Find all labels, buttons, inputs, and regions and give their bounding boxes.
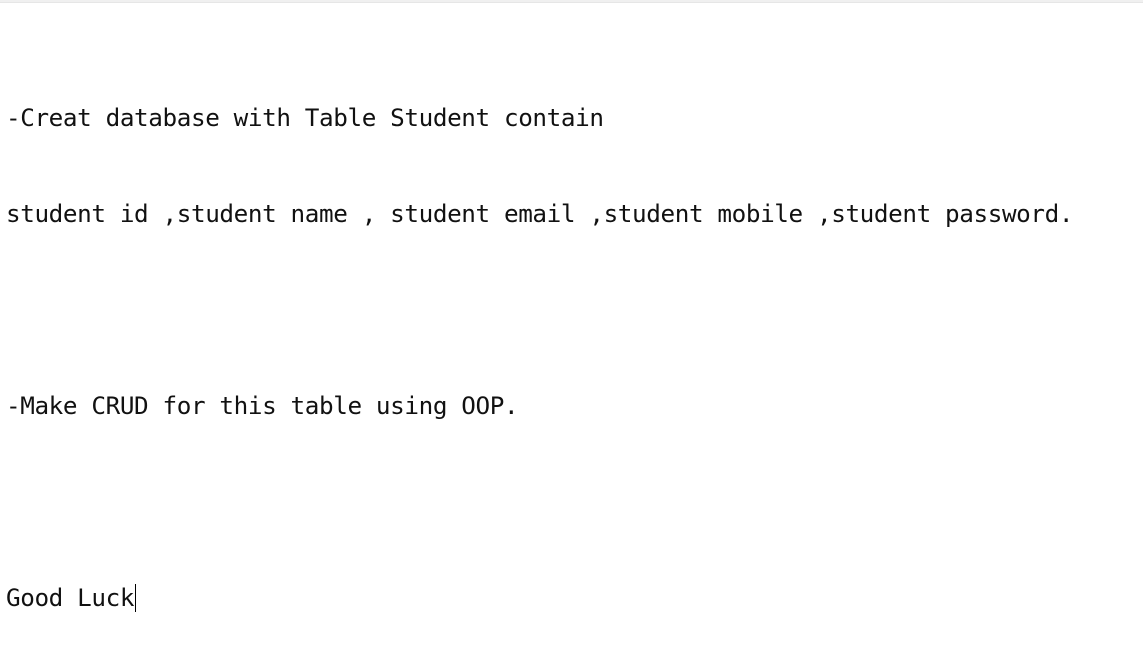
text-line-last: Good Luck [6, 582, 1143, 614]
text-line: student id ,student name , student email… [6, 199, 1074, 228]
text-cursor [135, 584, 137, 612]
text-editor-area[interactable]: -Creat database with Table Student conta… [0, 4, 1143, 619]
text-line-content: Good Luck [6, 583, 135, 612]
text-line: -Creat database with Table Student conta… [6, 103, 604, 132]
window-top-border [0, 0, 1143, 3]
text-line: -Make CRUD for this table using OOP. [6, 391, 519, 420]
text-line-blank [6, 294, 1143, 326]
text-line-blank [6, 486, 1143, 518]
